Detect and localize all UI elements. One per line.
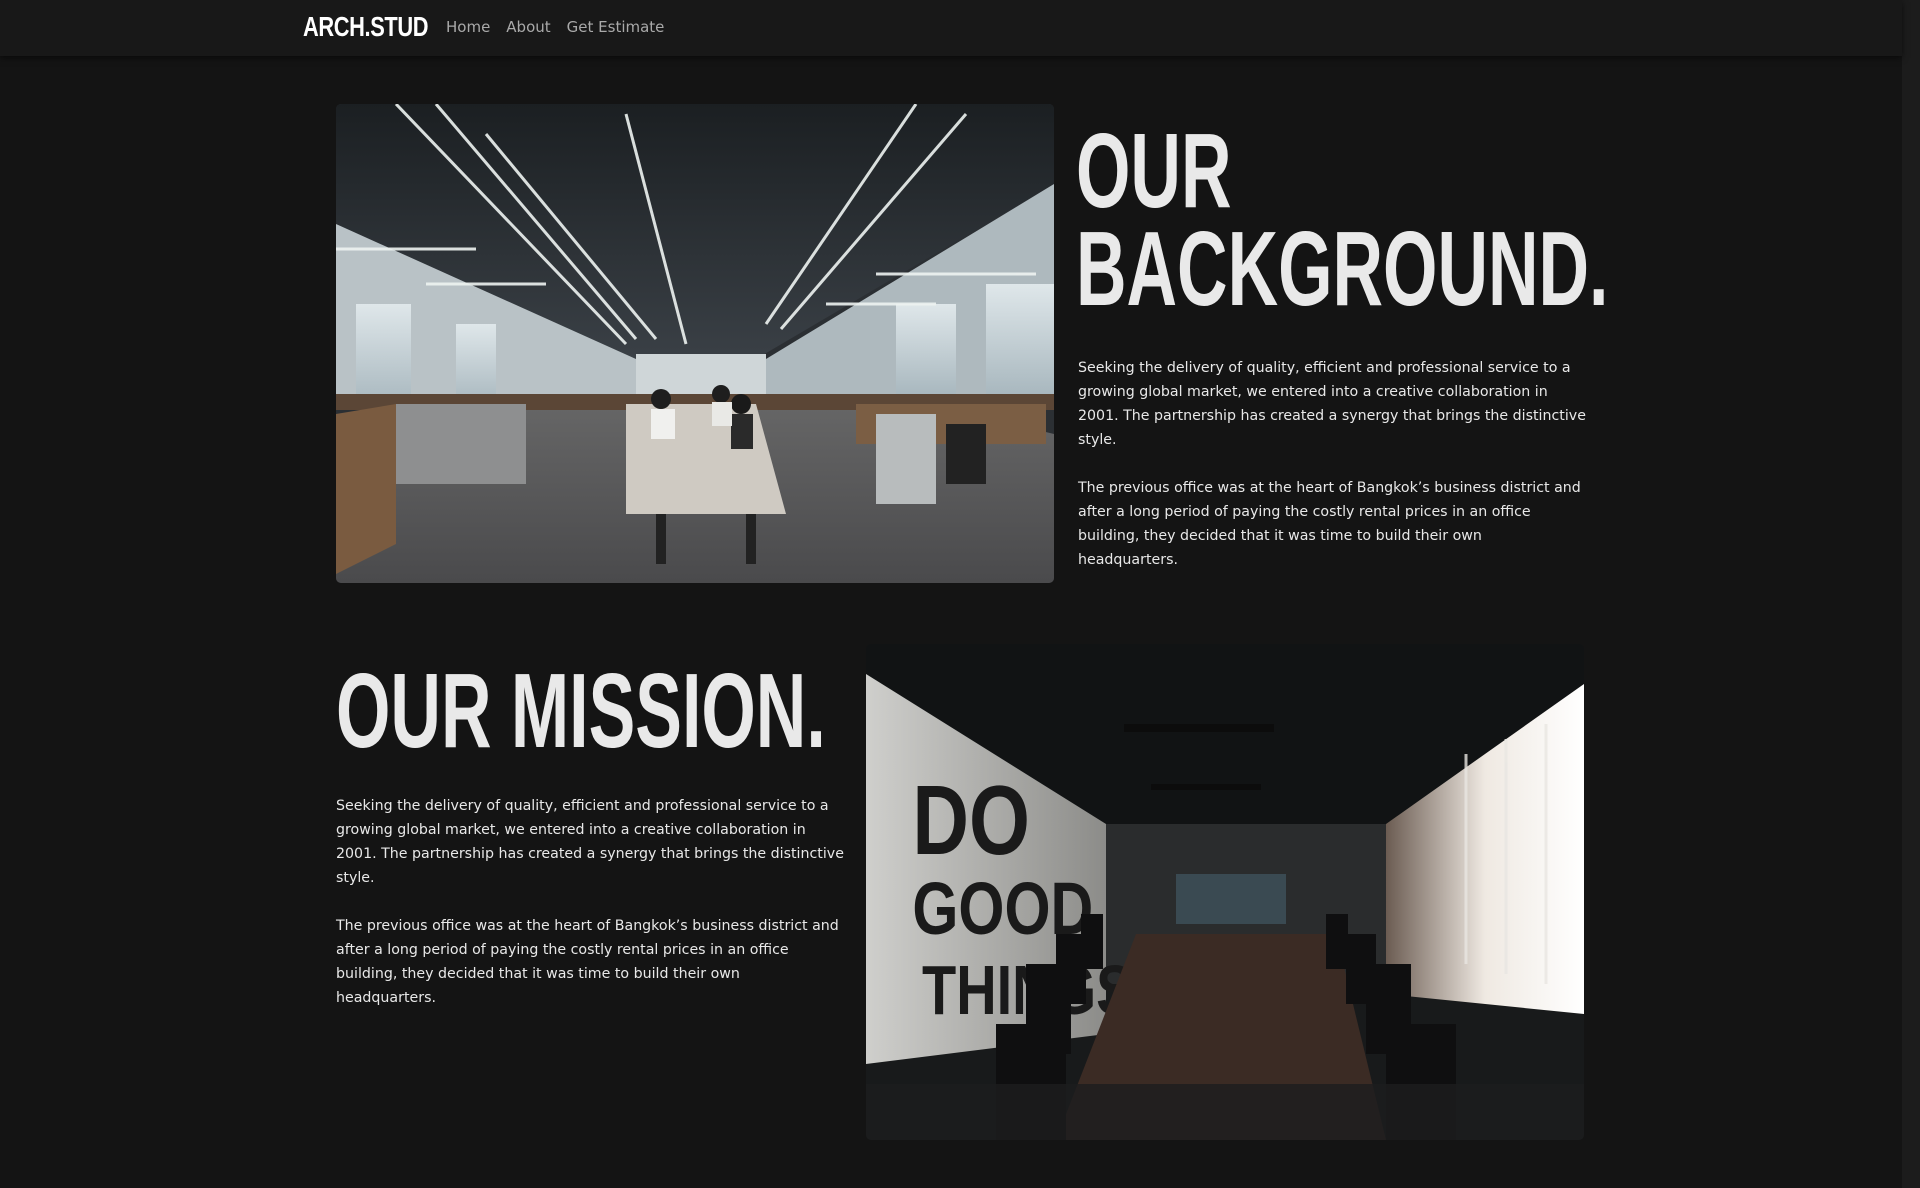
nav-link-home[interactable]: Home <box>446 18 490 36</box>
nav-link-get-estimate[interactable]: Get Estimate <box>567 18 665 36</box>
office-illustration <box>336 104 1054 583</box>
background-paragraph-1: Seeking the delivery of quality, efficie… <box>1078 360 1586 448</box>
wall-text-do: DO <box>912 766 1030 875</box>
mission-paragraph-1: Seeking the delivery of quality, efficie… <box>336 798 844 886</box>
background-heading-line2: BACKGROUND. <box>1076 210 1609 328</box>
top-navbar: ARCH.STUD Home About Get Estimate <box>0 0 1902 56</box>
conference-illustration: DO GOOD THINGS <box>866 644 1584 1140</box>
scrollbar-track[interactable] <box>1902 0 1920 1188</box>
nav-links: Home About Get Estimate <box>446 18 680 36</box>
mission-heading: OUR MISSION. <box>336 652 826 770</box>
office-photo <box>336 104 1054 583</box>
brand-logo[interactable]: ARCH.STUD <box>303 11 428 43</box>
background-heading: OUR BACKGROUND. <box>1076 118 1608 322</box>
conference-room-photo: DO GOOD THINGS <box>866 644 1584 1140</box>
nav-link-about[interactable]: About <box>506 18 550 36</box>
mission-paragraph-2: The previous office was at the heart of … <box>336 918 839 1006</box>
background-paragraph-2: The previous office was at the heart of … <box>1078 480 1581 568</box>
